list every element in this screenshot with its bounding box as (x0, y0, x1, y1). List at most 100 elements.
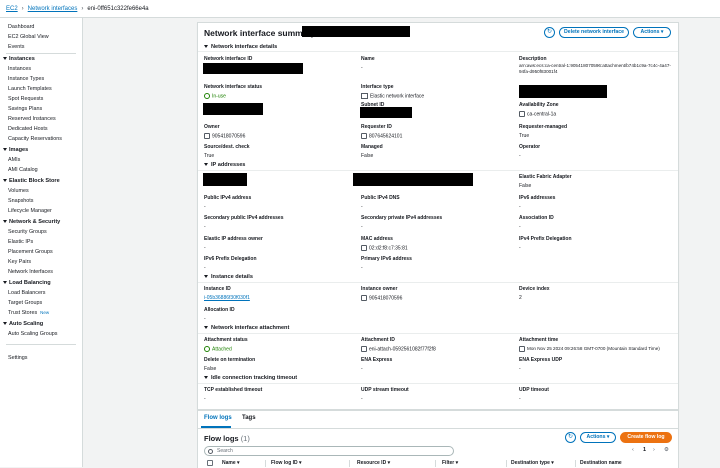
section-network-interface-details[interactable]: Network interface details (204, 44, 277, 50)
section-ip-addresses[interactable]: IP addresses (204, 162, 245, 168)
efa-value: False (519, 183, 532, 189)
delete-network-interface-button[interactable]: Delete network interface (559, 27, 629, 38)
copy-icon[interactable] (361, 244, 367, 251)
udp-timeout-value: - (519, 396, 521, 402)
sidebar-item-load-balancers[interactable]: Load Balancers (8, 290, 45, 296)
refresh-icon[interactable]: ↻ (565, 432, 576, 443)
settings-gear-icon[interactable]: ⚙ (664, 447, 669, 453)
attachment-time-value: Mon Nov 25 2024 09:26:58 GMT-0700 (Mount… (519, 345, 674, 352)
copy-icon[interactable] (519, 345, 525, 352)
sidebar-item-events[interactable]: Events (8, 44, 24, 50)
section-idle-timeout[interactable]: Idle connection tracking timeout (204, 375, 297, 381)
column-divider[interactable] (575, 460, 576, 467)
sidebar-item-spot-requests[interactable]: Spot Requests (8, 96, 43, 102)
sidebar-section-auto-scaling[interactable]: Auto Scaling (3, 321, 43, 327)
sidebar-section-ebs[interactable]: Elastic Block Store (3, 178, 60, 184)
column-destination-type[interactable]: Destination type ▾ (511, 460, 554, 466)
copy-icon[interactable] (361, 345, 367, 352)
create-flow-log-button[interactable]: Create flow log (620, 432, 672, 443)
sidebar-item-savings-plans[interactable]: Savings Plans (8, 106, 42, 112)
sidebar-item-amis[interactable]: AMIs (8, 157, 20, 163)
sidebar-item-launch-templates[interactable]: Launch Templates (8, 86, 52, 92)
sidebar-item-elastic-ips[interactable]: Elastic IPs (8, 239, 33, 245)
column-divider[interactable] (506, 460, 507, 467)
sidebar-section-instances[interactable]: Instances (3, 56, 35, 62)
actions-button[interactable]: Actions ▾ (633, 27, 671, 38)
sidebar-item-global-view[interactable]: EC2 Global View (8, 34, 49, 40)
requester-managed-label: Requester-managed (519, 124, 568, 130)
sidebar-nav: Dashboard EC2 Global View Events Instanc… (0, 18, 83, 467)
sidebar-item-target-groups[interactable]: Target Groups (8, 300, 42, 306)
secondary-private-label: Secondary private IPv4 addresses (361, 215, 443, 221)
redacted-block (302, 26, 410, 37)
field-secondary-private-ipv4: Secondary private IPv4 addresses - (361, 215, 511, 230)
attachment-status-value: Attached (204, 346, 354, 352)
sidebar-item-dedicated-hosts[interactable]: Dedicated Hosts (8, 126, 48, 132)
sidebar-item-dashboard[interactable]: Dashboard (8, 24, 34, 30)
field-ipv6-prefix: IPv6 Prefix Delegation - (204, 256, 354, 271)
select-all-checkbox[interactable] (207, 460, 213, 466)
name-label: Name (361, 56, 375, 62)
flow-logs-actions-button[interactable]: Actions ▾ (580, 432, 616, 443)
sidebar-item-lifecycle-manager[interactable]: Lifecycle Manager (8, 208, 52, 214)
column-resource-id[interactable]: Resource ID ▾ (357, 460, 390, 466)
copy-icon[interactable] (519, 110, 525, 117)
pagination-page[interactable]: 1 (643, 447, 646, 453)
column-divider[interactable] (435, 460, 436, 467)
sidebar-item-volumes[interactable]: Volumes (8, 188, 29, 194)
copy-icon[interactable] (361, 132, 367, 139)
section-instance-details[interactable]: Instance details (204, 274, 253, 280)
search-input[interactable]: Search (204, 446, 454, 456)
sidebar-item-capacity-reservations[interactable]: Capacity Reservations (8, 136, 62, 142)
sidebar-item-reserved-instances[interactable]: Reserved Instances (8, 116, 56, 122)
sidebar-item-network-interfaces[interactable]: Network Interfaces (8, 269, 53, 275)
sidebar-item-snapshots[interactable]: Snapshots (8, 198, 33, 204)
column-destination-name[interactable]: Destination name (580, 460, 622, 466)
column-name[interactable]: Name ▾ (222, 460, 240, 466)
sidebar-item-settings[interactable]: Settings (8, 355, 27, 361)
device-index-value: 2 (519, 295, 522, 301)
field-eip-owner: Elastic IP address owner - (204, 236, 354, 251)
divider (198, 333, 678, 334)
mac-address-label: MAC address (361, 236, 393, 242)
sidebar-item-instance-types[interactable]: Instance Types (8, 76, 44, 82)
field-public-dns: Public IPv4 DNS - (361, 195, 511, 210)
sidebar-item-trust-stores[interactable]: Trust Stores New (8, 310, 49, 316)
ipv6-value: - (519, 204, 521, 210)
copy-icon[interactable] (361, 294, 367, 301)
sidebar-section-load-balancing[interactable]: Load Balancing (3, 280, 51, 286)
field-interface-type: Interface type Elastic network interface (361, 84, 511, 99)
sidebar-item-ami-catalog[interactable]: AMI Catalog (8, 167, 38, 173)
column-divider[interactable] (265, 460, 266, 467)
pagination-next-icon[interactable]: › (653, 447, 655, 453)
sidebar-item-key-pairs[interactable]: Key Pairs (8, 259, 31, 265)
section-attachment[interactable]: Network interface attachment (204, 325, 289, 331)
caret-down-icon (204, 163, 208, 167)
sidebar-item-instances[interactable]: Instances (8, 66, 31, 72)
udp-stream-timeout-value: - (361, 396, 363, 402)
sidebar-section-images[interactable]: Images (3, 147, 28, 153)
chevron-right-icon: › (21, 5, 24, 12)
ena-express-udp-value: - (519, 366, 521, 372)
instance-id-link[interactable]: i-05b36886f30f030f1 (204, 295, 354, 301)
column-filter[interactable]: Filter ▾ (442, 460, 458, 466)
breadcrumb-ec2[interactable]: EC2 (6, 6, 18, 12)
breadcrumb-network-interfaces[interactable]: Network interfaces (28, 6, 78, 12)
public-dns-value: - (361, 204, 363, 210)
pagination-prev-icon[interactable]: ‹ (632, 447, 634, 453)
divider (198, 51, 678, 52)
column-flow-log-id[interactable]: Flow log ID ▾ (271, 460, 302, 466)
sidebar-item-placement-groups[interactable]: Placement Groups (8, 249, 53, 255)
tab-tags[interactable]: Tags (242, 415, 256, 421)
sidebar-section-network-security[interactable]: Network & Security (3, 219, 60, 225)
tcp-timeout-label: TCP established timeout (204, 387, 263, 393)
public-ipv4-value: - (204, 204, 206, 210)
tab-flow-logs[interactable]: Flow logs (204, 415, 232, 421)
redacted-block (203, 173, 247, 186)
sidebar-item-auto-scaling-groups[interactable]: Auto Scaling Groups (8, 331, 57, 337)
copy-icon[interactable] (204, 132, 210, 139)
sidebar-item-security-groups[interactable]: Security Groups (8, 229, 47, 235)
divider (198, 282, 678, 283)
column-divider[interactable] (349, 460, 350, 467)
refresh-icon[interactable]: ↻ (544, 27, 555, 38)
